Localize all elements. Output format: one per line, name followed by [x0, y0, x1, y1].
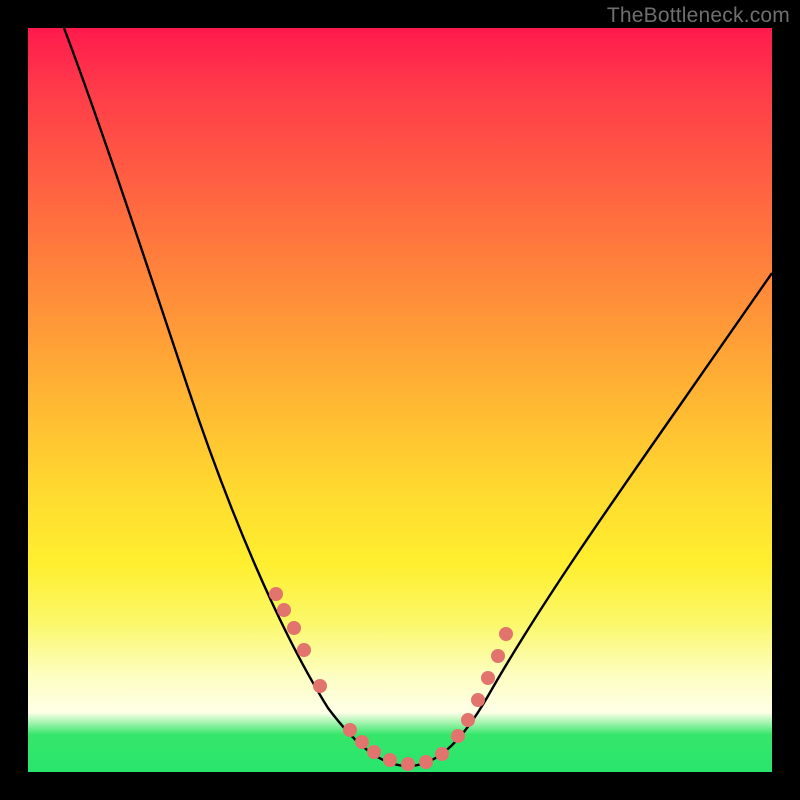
curve-path [64, 28, 772, 766]
chart-frame: TheBottleneck.com [0, 0, 800, 800]
marker-dots [269, 587, 513, 771]
bottleneck-curve [28, 28, 772, 772]
watermark-text: TheBottleneck.com [607, 4, 790, 28]
plot-area [28, 28, 772, 772]
